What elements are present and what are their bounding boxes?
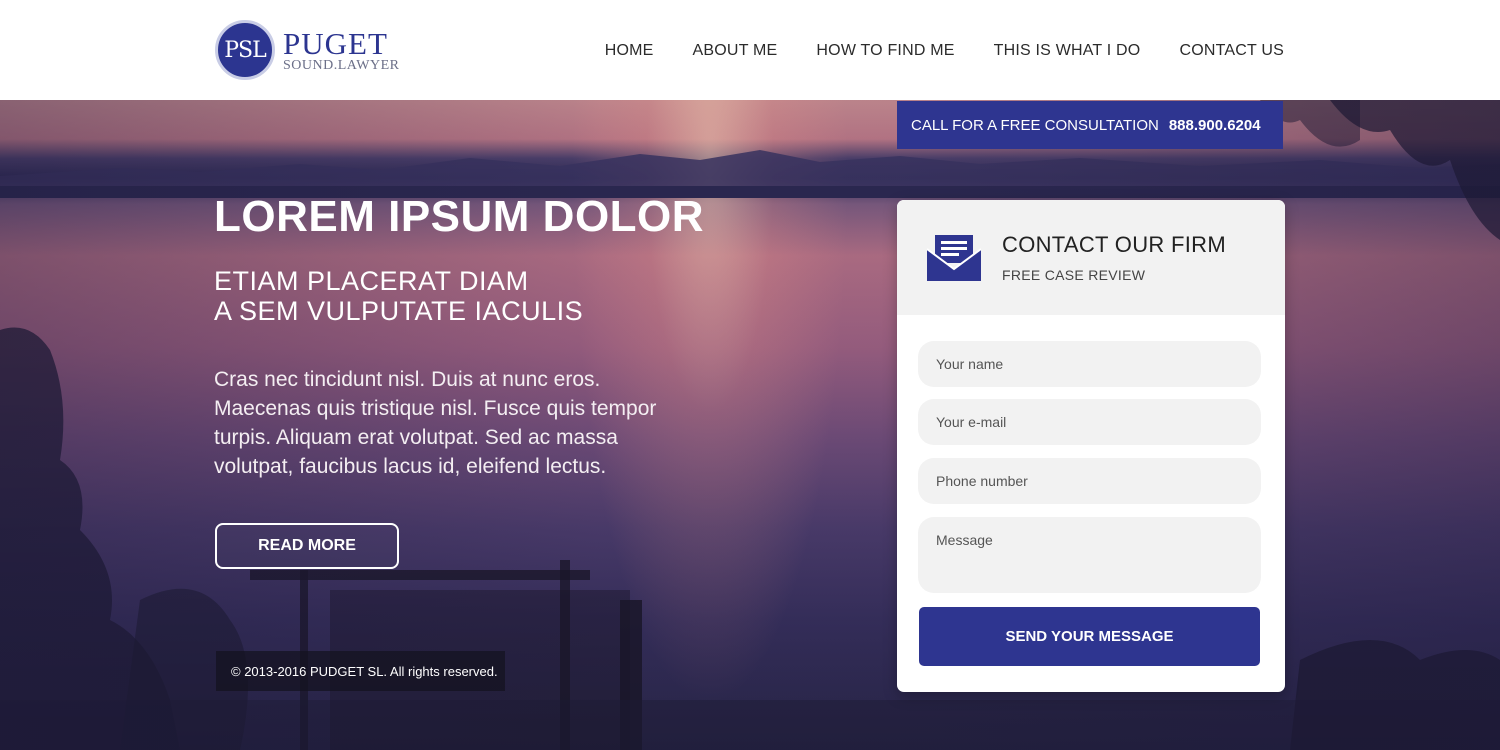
site-header: PSL PUGET SOUND.LAWYER HOME ABOUT ME HOW…: [0, 0, 1500, 100]
logo[interactable]: PSL PUGET SOUND.LAWYER: [215, 20, 399, 80]
consultation-phone[interactable]: 888.900.6204: [1169, 117, 1261, 134]
contact-form-header: CONTACT OUR FIRM FREE CASE REVIEW: [897, 200, 1285, 315]
phone-input[interactable]: [918, 458, 1261, 504]
hero-subtitle-line-1: ETIAM PLACERAT DIAM: [214, 266, 529, 296]
email-input[interactable]: [918, 399, 1261, 445]
hero-subtitle-line-2: A SEM VULPUTATE IACULIS: [214, 296, 584, 326]
hero-subtitle: ETIAM PLACERAT DIAM A SEM VULPUTATE IACU…: [214, 266, 714, 326]
logo-name: PUGET: [283, 25, 388, 61]
nav-home[interactable]: HOME: [605, 42, 654, 60]
logo-subname: SOUND.LAWYER: [283, 57, 400, 73]
name-input[interactable]: [918, 341, 1261, 387]
read-more-button[interactable]: READ MORE: [215, 523, 399, 569]
message-input[interactable]: [918, 517, 1261, 593]
contact-form-subtitle: FREE CASE REVIEW: [1002, 267, 1146, 283]
hero-title: LOREM IPSUM DOLOR: [214, 192, 705, 241]
copyright-notice: © 2013-2016 PUDGET SL. All rights reserv…: [216, 651, 505, 691]
main-nav: HOME ABOUT ME HOW TO FIND ME THIS IS WHA…: [605, 42, 1284, 60]
nav-this-is-what-i-do[interactable]: THIS IS WHAT I DO: [994, 42, 1141, 60]
logo-text: PUGET SOUND.LAWYER: [283, 28, 399, 73]
envelope-icon: [927, 235, 981, 281]
consultation-banner[interactable]: CALL FOR A FREE CONSULTATION 888.900.620…: [897, 101, 1283, 149]
nav-about-me[interactable]: ABOUT ME: [693, 42, 778, 60]
logo-mark: PSL: [215, 20, 275, 80]
contact-form-title: CONTACT OUR FIRM: [1002, 232, 1226, 257]
nav-how-to-find-me[interactable]: HOW TO FIND ME: [816, 42, 954, 60]
nav-contact-us[interactable]: CONTACT US: [1179, 42, 1284, 60]
consultation-label: CALL FOR A FREE CONSULTATION: [911, 116, 1159, 134]
send-message-button[interactable]: SEND YOUR MESSAGE: [919, 607, 1260, 666]
contact-form-card: CONTACT OUR FIRM FREE CASE REVIEW SEND Y…: [897, 200, 1285, 692]
hero-body: Cras nec tincidunt nisl. Duis at nunc er…: [214, 368, 657, 478]
